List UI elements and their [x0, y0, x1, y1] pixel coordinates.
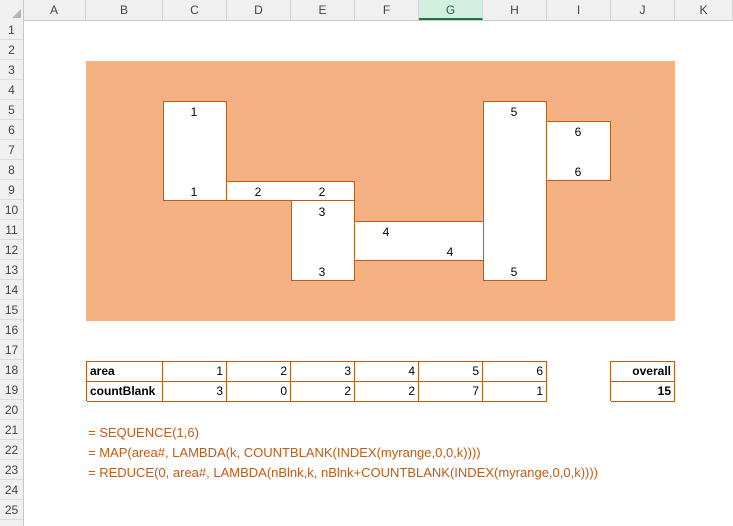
- column-header-b[interactable]: B: [86, 0, 163, 20]
- row-header-14[interactable]: 14: [0, 280, 23, 300]
- area-5-box[interactable]: [483, 101, 547, 281]
- row-header-13[interactable]: 13: [0, 260, 23, 280]
- area-1-top-label: 1: [190, 105, 198, 119]
- count-value-cell[interactable]: 0: [227, 382, 291, 402]
- count-value-cell[interactable]: 1: [483, 382, 547, 402]
- column-header-a[interactable]: A: [23, 0, 86, 20]
- row-header-4[interactable]: 4: [0, 80, 23, 100]
- area-3-bottom-label: 3: [318, 265, 326, 279]
- row-header-2[interactable]: 2: [0, 40, 23, 60]
- row-header-19[interactable]: 19: [0, 380, 23, 400]
- area-1-bottom-label: 1: [190, 185, 198, 199]
- count-value-cell[interactable]: 2: [355, 382, 419, 402]
- area-value-cell[interactable]: 5: [419, 362, 483, 382]
- column-header-f[interactable]: F: [355, 0, 419, 20]
- row-header-10[interactable]: 10: [0, 200, 23, 220]
- area-label-cell[interactable]: area: [87, 362, 163, 382]
- row-header-15[interactable]: 15: [0, 300, 23, 320]
- area-value-cell[interactable]: 6: [483, 362, 547, 382]
- area-value-cell[interactable]: 2: [227, 362, 291, 382]
- column-header-k[interactable]: K: [675, 0, 733, 20]
- overall-value-cell[interactable]: 15: [611, 382, 675, 402]
- row-header-1[interactable]: 1: [0, 20, 23, 40]
- count-value-cell[interactable]: 3: [163, 382, 227, 402]
- area-5-top-label: 5: [510, 105, 518, 119]
- column-header-i[interactable]: I: [547, 0, 611, 20]
- count-value-cell[interactable]: 2: [291, 382, 355, 402]
- select-all-button[interactable]: [0, 0, 24, 20]
- row-header-11[interactable]: 11: [0, 220, 23, 240]
- column-header-j[interactable]: J: [611, 0, 675, 20]
- sequence-formula-text[interactable]: = SEQUENCE(1,6): [88, 425, 199, 440]
- column-header-bar: A B C D E F G H I J K: [0, 0, 733, 21]
- area-5-bottom-label: 5: [510, 265, 518, 279]
- row-header-24[interactable]: 24: [0, 480, 23, 500]
- row-header-25[interactable]: 25: [0, 500, 23, 520]
- row-header-22[interactable]: 22: [0, 440, 23, 460]
- row-header-8[interactable]: 8: [0, 160, 23, 180]
- row-header-17[interactable]: 17: [0, 340, 23, 360]
- row-header-21[interactable]: 21: [0, 420, 23, 440]
- map-formula-text[interactable]: = MAP(area#, LAMBDA(k, COUNTBLANK(INDEX(…: [88, 445, 481, 460]
- row-header-7[interactable]: 7: [0, 140, 23, 160]
- column-header-c[interactable]: C: [163, 0, 227, 20]
- area-4-left-label: 4: [382, 225, 390, 239]
- area-2-box[interactable]: [226, 181, 355, 201]
- column-header-g[interactable]: G: [419, 0, 483, 20]
- row-header-20[interactable]: 20: [0, 400, 23, 420]
- area-2-right-label: 2: [318, 185, 326, 199]
- area-value-cell[interactable]: 4: [355, 362, 419, 382]
- count-value-cell[interactable]: 7: [419, 382, 483, 402]
- area-4-box[interactable]: [354, 221, 484, 261]
- column-header-e[interactable]: E: [291, 0, 355, 20]
- area-value-cell[interactable]: 1: [163, 362, 227, 382]
- row-header-bar: 1 2 3 4 5 6 7 8 9 10 11 12 13 14 15 16 1…: [0, 20, 24, 526]
- column-header-d[interactable]: D: [227, 0, 291, 20]
- area-2-left-label: 2: [254, 185, 262, 199]
- row-header-23[interactable]: 23: [0, 460, 23, 480]
- overall-label-cell[interactable]: overall: [611, 362, 675, 382]
- area-3-top-label: 3: [318, 205, 326, 219]
- area-4-right-label: 4: [446, 245, 454, 259]
- column-header-h[interactable]: H: [483, 0, 547, 20]
- area-6-bottom-label: 6: [574, 165, 582, 179]
- row-header-9[interactable]: 9: [0, 180, 23, 200]
- select-all-icon: [12, 9, 21, 18]
- row-header-6[interactable]: 6: [0, 120, 23, 140]
- area-6-top-label: 6: [574, 125, 582, 139]
- count-label-cell[interactable]: countBlank: [87, 382, 163, 402]
- row-header-5[interactable]: 5: [0, 100, 23, 120]
- area-value-cell[interactable]: 3: [291, 362, 355, 382]
- row-header-18[interactable]: 18: [0, 360, 23, 380]
- row-header-12[interactable]: 12: [0, 240, 23, 260]
- row-header-3[interactable]: 3: [0, 60, 23, 80]
- row-header-16[interactable]: 16: [0, 320, 23, 340]
- reduce-formula-text[interactable]: = REDUCE(0, area#, LAMBDA(nBlnk,k, nBlnk…: [88, 465, 598, 480]
